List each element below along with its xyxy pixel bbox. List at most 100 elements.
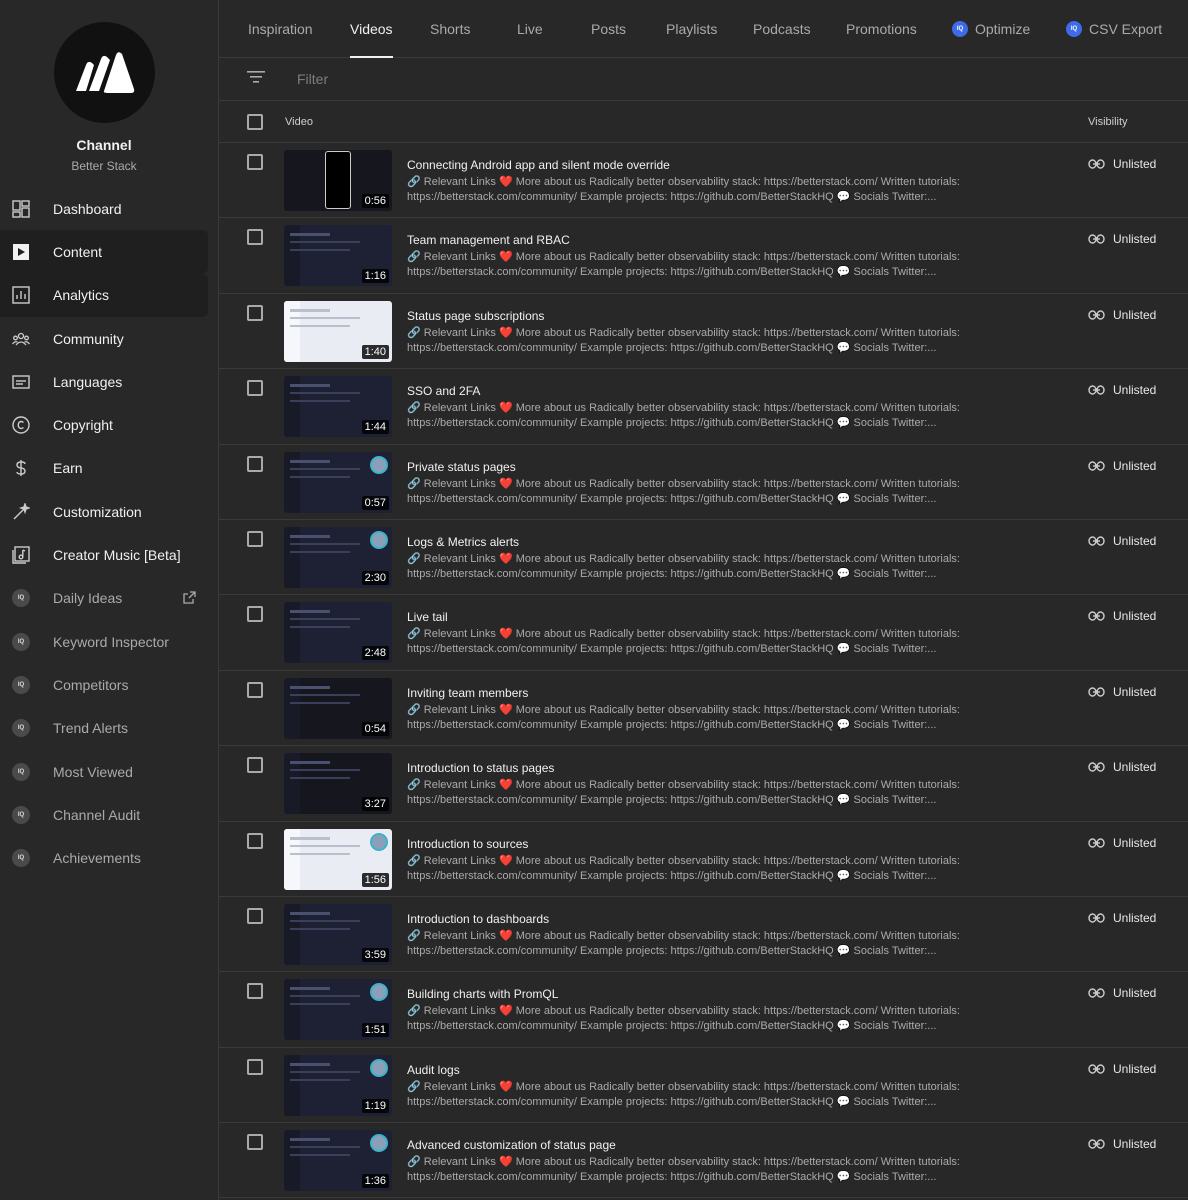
video-title[interactable]: Advanced customization of status page (407, 1138, 616, 1152)
sidebar-item-dashboard[interactable]: Dashboard (0, 187, 208, 230)
tab-videos[interactable]: Videos (350, 0, 393, 58)
row-checkbox[interactable] (247, 606, 263, 623)
tab-live[interactable]: Live (517, 0, 543, 58)
table-row[interactable]: 1:56 Introduction to sources 🔗 Relevant Li… (219, 822, 1188, 897)
sidebar-item-achievements[interactable]: IQ Achievements (0, 836, 208, 879)
visibility-status[interactable]: Unlisted (1088, 760, 1156, 774)
visibility-status[interactable]: Unlisted (1088, 459, 1156, 473)
external-link-icon[interactable] (183, 591, 196, 609)
video-thumbnail[interactable]: 1:36 (284, 1130, 392, 1192)
table-row[interactable]: 1:44 SSO and 2FA 🔗 Relevant Links ❤️ More … (219, 369, 1188, 445)
row-checkbox[interactable] (247, 757, 263, 774)
video-title[interactable]: Building charts with PromQL (407, 987, 558, 1001)
table-row[interactable]: 2:48 Live tail 🔗 Relevant Links ❤️ More ab… (219, 595, 1188, 671)
row-checkbox[interactable] (247, 229, 263, 246)
sidebar-item-trend-alerts[interactable]: IQ Trend Alerts (0, 707, 208, 750)
visibility-status[interactable]: Unlisted (1088, 609, 1156, 623)
row-checkbox[interactable] (247, 832, 263, 849)
row-checkbox[interactable] (247, 1058, 263, 1075)
row-checkbox[interactable] (247, 455, 263, 472)
table-row[interactable]: 1:40 Status page subscriptions 🔗 Relevant … (219, 294, 1188, 370)
table-row[interactable]: 3:59 Introduction to dashboards 🔗 Relevant… (219, 897, 1188, 973)
video-thumbnail[interactable]: 3:27 (284, 753, 392, 815)
video-thumbnail[interactable]: 0:56 (284, 150, 392, 211)
table-row[interactable]: 0:54 Inviting team members 🔗 Relevant Link… (219, 671, 1188, 747)
sidebar-item-content[interactable]: Content (0, 230, 208, 274)
table-row[interactable]: 0:56 Connecting Android app and silent mo… (219, 143, 1188, 219)
tab-playlists[interactable]: Playlists (666, 0, 717, 58)
visibility-status[interactable]: Unlisted (1088, 157, 1156, 171)
row-checkbox[interactable] (247, 1134, 263, 1151)
sidebar-item-copyright[interactable]: Copyright (0, 403, 208, 446)
tab-csv-export[interactable]: IQ CSV Export (1066, 0, 1162, 58)
visibility-status[interactable]: Unlisted (1088, 534, 1156, 548)
video-thumbnail[interactable]: 2:48 (284, 602, 392, 664)
table-row[interactable]: 3:27 Introduction to status pages 🔗 Releva… (219, 746, 1188, 822)
video-title[interactable]: Connecting Android app and silent mode o… (407, 158, 670, 172)
table-row[interactable]: 1:16 Team management and RBAC 🔗 Relevant L… (219, 218, 1188, 294)
sidebar-item-competitors[interactable]: IQ Competitors (0, 663, 208, 706)
video-title[interactable]: Private status pages (407, 460, 516, 474)
video-title[interactable]: Introduction to sources (407, 837, 528, 851)
table-row[interactable]: 2:30 Logs & Metrics alerts 🔗 Relevant Link… (219, 520, 1188, 596)
visibility-status[interactable]: Unlisted (1088, 383, 1156, 397)
visibility-status[interactable]: Unlisted (1088, 836, 1156, 850)
row-checkbox[interactable] (247, 907, 263, 924)
tab-podcasts[interactable]: Podcasts (753, 0, 811, 58)
row-checkbox[interactable] (247, 681, 263, 698)
row-checkbox[interactable] (247, 530, 263, 547)
video-title[interactable]: Status page subscriptions (407, 309, 544, 323)
table-row[interactable]: 1:51 Building charts with PromQL 🔗 Relevan… (219, 972, 1188, 1048)
sidebar-item-languages[interactable]: Languages (0, 360, 208, 403)
table-row[interactable]: 1:19 Audit logs 🔗 Relevant Links ❤️ More a… (219, 1048, 1188, 1124)
sidebar-item-earn[interactable]: Earn (0, 447, 208, 490)
tab-posts[interactable]: Posts (591, 0, 626, 58)
sidebar-item-creator-music-beta[interactable]: Creator Music [Beta] (0, 533, 208, 576)
tab-optimize[interactable]: IQ Optimize (952, 0, 1030, 58)
visibility-status[interactable]: Unlisted (1088, 1062, 1156, 1076)
video-title[interactable]: Introduction to dashboards (407, 912, 549, 926)
video-thumbnail[interactable]: 1:44 (284, 376, 392, 438)
visibility-status[interactable]: Unlisted (1088, 308, 1156, 322)
visibility-status[interactable]: Unlisted (1088, 911, 1156, 925)
video-thumbnail[interactable]: 1:19 (284, 1054, 392, 1116)
tab-promotions[interactable]: Promotions (846, 0, 917, 58)
select-all-checkbox[interactable] (247, 114, 263, 130)
sidebar-item-daily-ideas[interactable]: IQ Daily Ideas (0, 577, 208, 620)
video-title[interactable]: Audit logs (407, 1063, 460, 1077)
video-thumbnail[interactable]: 0:54 (284, 677, 392, 739)
tab-shorts[interactable]: Shorts (430, 0, 470, 58)
tab-inspiration[interactable]: Inspiration (248, 0, 313, 58)
video-thumbnail[interactable]: 1:56 (284, 828, 392, 890)
table-row[interactable]: 0:57 Private status pages 🔗 Relevant Links… (219, 445, 1188, 520)
video-thumbnail[interactable]: 2:30 (284, 526, 392, 588)
sidebar-item-community[interactable]: Community (0, 317, 208, 360)
row-checkbox[interactable] (247, 983, 263, 1000)
sidebar-item-most-viewed[interactable]: IQ Most Viewed (0, 750, 208, 793)
video-thumbnail[interactable]: 1:40 (284, 300, 392, 362)
sidebar-item-channel-audit[interactable]: IQ Channel Audit (0, 793, 208, 836)
visibility-status[interactable]: Unlisted (1088, 232, 1156, 246)
video-title[interactable]: Inviting team members (407, 686, 528, 700)
video-title[interactable]: Logs & Metrics alerts (407, 535, 519, 549)
video-title[interactable]: SSO and 2FA (407, 384, 480, 398)
video-thumbnail[interactable]: 0:57 (284, 451, 392, 513)
channel-avatar[interactable] (54, 22, 155, 123)
video-title[interactable]: Live tail (407, 610, 448, 624)
video-title[interactable]: Team management and RBAC (407, 233, 570, 247)
filter-input[interactable] (297, 71, 597, 87)
video-thumbnail[interactable]: 3:59 (284, 903, 392, 965)
filter-icon[interactable] (247, 70, 265, 89)
visibility-status[interactable]: Unlisted (1088, 1137, 1156, 1151)
sidebar-item-analytics[interactable]: Analytics (0, 273, 208, 317)
table-row[interactable]: 1:36 Advanced customization of status pag… (219, 1123, 1188, 1199)
row-checkbox[interactable] (247, 380, 263, 397)
row-checkbox[interactable] (247, 154, 263, 170)
sidebar-item-keyword-inspector[interactable]: IQ Keyword Inspector (0, 620, 208, 663)
video-title[interactable]: Introduction to status pages (407, 761, 554, 775)
video-thumbnail[interactable]: 1:51 (284, 979, 392, 1041)
visibility-status[interactable]: Unlisted (1088, 685, 1156, 699)
row-checkbox[interactable] (247, 304, 263, 321)
sidebar-item-customization[interactable]: Customization (0, 490, 208, 533)
video-thumbnail[interactable]: 1:16 (284, 225, 392, 287)
